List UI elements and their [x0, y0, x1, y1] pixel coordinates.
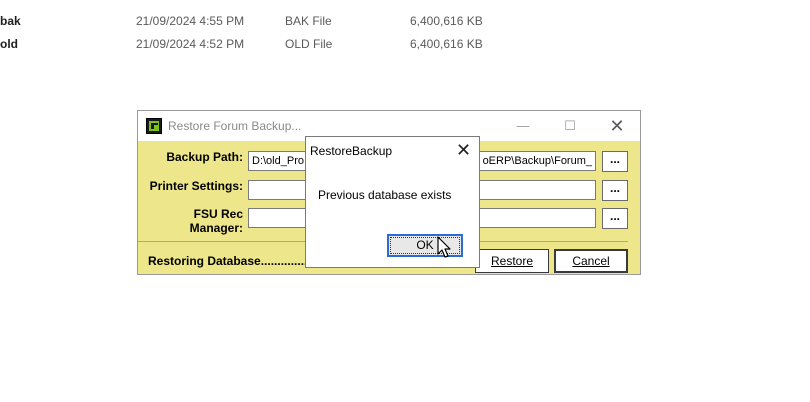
status-text: Restoring Database...............: [148, 254, 311, 268]
maximize-button[interactable]: ☐: [555, 115, 585, 137]
printer-settings-label: Printer Settings:: [149, 179, 243, 193]
message-dialog: RestoreBackup ✕ Previous database exists…: [305, 136, 480, 268]
file-date: 21/09/2024 4:55 PM: [136, 14, 245, 28]
fsu-rec-manager-label: FSU Rec Manager:: [189, 207, 243, 235]
close-button[interactable]: ✕: [602, 115, 632, 137]
dialog-close-icon[interactable]: ✕: [456, 141, 471, 159]
file-name: bak: [0, 14, 21, 28]
backup-path-label: Backup Path:: [166, 150, 243, 164]
dialog-message: Previous database exists: [318, 188, 452, 202]
mouse-pointer-icon: [437, 236, 451, 258]
cancel-button-label: Cancel: [572, 254, 610, 268]
backup-path-value-end: oERP\Backup\Forum_: [482, 155, 592, 167]
file-name: old: [0, 37, 18, 51]
backup-path-browse-button[interactable]: ...: [602, 151, 628, 172]
cancel-button[interactable]: Cancel: [554, 249, 628, 273]
file-size: 6,400,616 KB: [410, 14, 483, 28]
fsu-rec-manager-browse-button[interactable]: ...: [602, 208, 628, 229]
file-type: OLD File: [285, 37, 333, 51]
file-row-bak[interactable]: bak 21/09/2024 4:55 PM BAK File 6,400,61…: [0, 14, 520, 34]
minimize-button[interactable]: —: [508, 115, 538, 137]
file-type: BAK File: [285, 14, 332, 28]
file-row-old[interactable]: old 21/09/2024 4:52 PM OLD File 6,400,61…: [0, 37, 520, 57]
file-date: 21/09/2024 4:52 PM: [136, 37, 245, 51]
restore-button[interactable]: Restore: [475, 249, 549, 273]
forum-logo-icon: [146, 118, 162, 134]
printer-settings-browse-button[interactable]: ...: [602, 180, 628, 201]
dialog-title: RestoreBackup: [310, 144, 393, 158]
restore-button-label: Restore: [490, 254, 534, 268]
backup-path-value-start: D:\old_Pro: [252, 155, 304, 167]
file-size: 6,400,616 KB: [410, 37, 483, 51]
window-title: Restore Forum Backup...: [168, 119, 302, 133]
